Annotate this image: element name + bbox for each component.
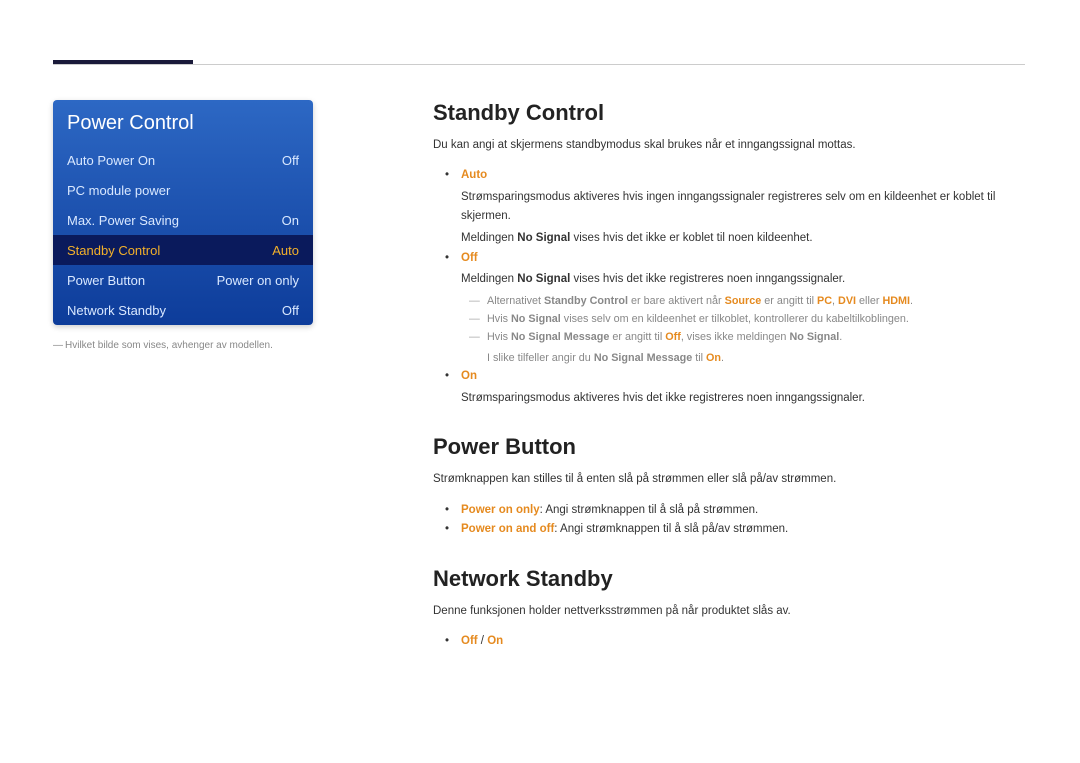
content-column: Standby Control Du kan angi at skjermens… (433, 100, 1025, 652)
menu-item-label: Standby Control (67, 243, 272, 258)
option-on: On (461, 370, 477, 382)
menu-item-value: Auto (272, 243, 299, 258)
list-item-off: Off Meldingen No Signal vises hvis det i… (451, 249, 1025, 367)
option-auto: Auto (461, 169, 487, 181)
menu-item-label: PC module power (67, 183, 299, 198)
menu-item-label: Power Button (67, 273, 217, 288)
on-desc-1: Strømsparingsmodus aktiveres hvis det ik… (461, 389, 1025, 409)
off-desc-1: Meldingen No Signal vises hvis det ikke … (461, 270, 1025, 290)
network-list: Off / On (433, 632, 1025, 652)
list-item-on: On Strømsparingsmodus aktiveres hvis det… (451, 367, 1025, 408)
standby-list: Auto Strømsparingsmodus aktiveres hvis i… (433, 166, 1025, 408)
menu-item-max-power-saving[interactable]: Max. Power Saving On (53, 205, 313, 235)
menu-title: Power Control (53, 100, 313, 145)
menu-item-pc-module-power[interactable]: PC module power (53, 175, 313, 205)
heading-power-button: Power Button (433, 434, 1025, 460)
sub-item: Alternativet Standby Control er bare akt… (475, 292, 1025, 310)
menu-item-value: On (282, 213, 299, 228)
menu-item-standby-control[interactable]: Standby Control Auto (53, 235, 313, 265)
list-item: Off / On (451, 632, 1025, 652)
power-control-menu: Power Control Auto Power On Off PC modul… (53, 100, 313, 325)
menu-item-value: Off (282, 153, 299, 168)
list-item-auto: Auto Strømsparingsmodus aktiveres hvis i… (451, 166, 1025, 248)
off-sublist: Alternativet Standby Control er bare akt… (461, 292, 1025, 367)
option-off: Off (461, 252, 478, 264)
sub-item: Hvis No Signal vises selv om en kildeenh… (475, 310, 1025, 328)
menu-item-value: Power on only (217, 273, 299, 288)
menu-item-value: Off (282, 303, 299, 318)
menu-item-label: Auto Power On (67, 153, 282, 168)
menu-item-power-button[interactable]: Power Button Power on only (53, 265, 313, 295)
powerbutton-list: Power on only: Angi strømknappen til å s… (433, 501, 1025, 540)
auto-desc-2: Meldingen No Signal vises hvis det ikke … (461, 229, 1025, 249)
menu-item-network-standby[interactable]: Network Standby Off (53, 295, 313, 325)
header-divider (53, 64, 1025, 65)
list-item: Power on and off: Angi strømknappen til … (451, 520, 1025, 540)
heading-network-standby: Network Standby (433, 566, 1025, 592)
sub-item-line2: I slike tilfeller angir du No Signal Mes… (487, 349, 1025, 367)
sub-item: Hvis No Signal Message er angitt til Off… (475, 328, 1025, 367)
left-column: Power Control Auto Power On Off PC modul… (53, 100, 333, 652)
menu-item-label: Network Standby (67, 303, 282, 318)
heading-standby-control: Standby Control (433, 100, 1025, 126)
network-intro: Denne funksjonen holder nettverksstrømme… (433, 602, 1025, 620)
powerbutton-intro: Strømknappen kan stilles til å enten slå… (433, 470, 1025, 488)
list-item: Power on only: Angi strømknappen til å s… (451, 501, 1025, 521)
menu-item-auto-power-on[interactable]: Auto Power On Off (53, 145, 313, 175)
auto-desc-1: Strømsparingsmodus aktiveres hvis ingen … (461, 188, 1025, 227)
menu-item-label: Max. Power Saving (67, 213, 282, 228)
page-layout: Power Control Auto Power On Off PC modul… (53, 100, 1025, 652)
standby-intro: Du kan angi at skjermens standbymodus sk… (433, 136, 1025, 154)
menu-footnote: Hvilket bilde som vises, avhenger av mod… (53, 339, 333, 353)
